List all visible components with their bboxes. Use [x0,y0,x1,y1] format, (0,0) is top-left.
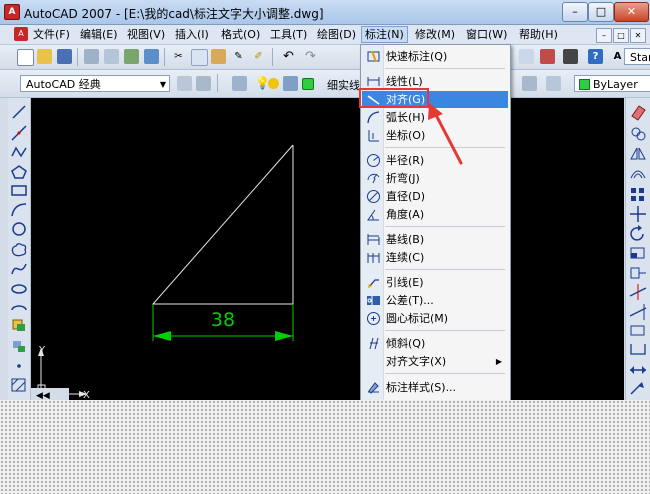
red-arrow-icon [428,103,463,165]
annotation-overlay [428,103,463,165]
autocad-window: A AutoCAD 2007 - [E:\我的cad\标注文字大小调整.dwg]… [0,0,650,400]
